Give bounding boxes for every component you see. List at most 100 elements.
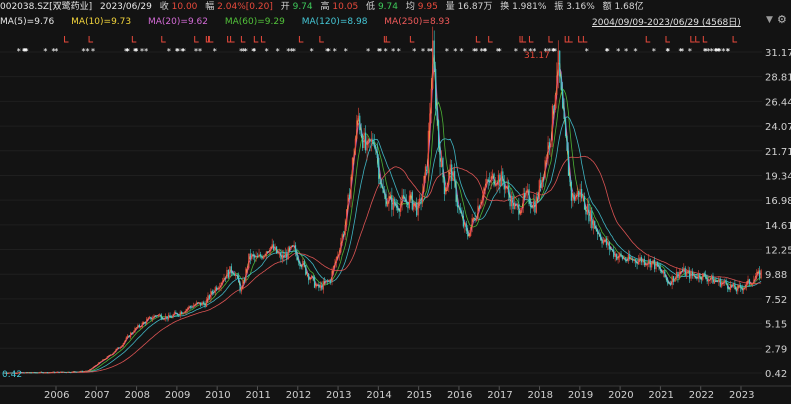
candle-body [505,187,507,190]
dividend-marker [194,36,199,43]
candle-body [351,157,354,178]
candle-body [254,255,256,258]
y-tick-label: 31.17 [765,48,791,59]
candle-body [671,276,673,286]
candle-body [683,267,685,272]
candle-body [670,283,672,286]
candle-body [154,315,157,317]
candlestick-chart[interactable]: ** ** ** *** * *** * ** ** ** * * ** *** ** ** ** ** *** **… [0,0,791,404]
candle-body [200,302,202,306]
candle-body [516,203,518,205]
candle-body [265,251,267,256]
chart-grid [0,51,762,374]
candle-body [369,139,371,142]
candle-body [147,317,149,320]
candle-body [300,265,302,268]
candle-body [543,176,545,178]
candle-body [437,120,440,148]
candle-body [521,207,523,213]
candle-body [259,254,262,257]
candle-body [71,371,73,373]
candle-body [421,191,424,203]
candle-body [411,192,413,210]
candle-body [490,176,492,183]
candle-body [381,184,383,187]
candle-body [321,284,323,290]
candle-body [157,314,159,316]
candle-body [579,188,581,198]
candle-body [138,325,140,328]
candle-body [38,372,40,374]
candle-body [210,290,212,299]
event-marker: * [17,47,21,56]
candle-body [27,372,30,374]
candle-body [589,210,591,222]
candle-body [508,185,510,195]
candle-body [674,278,676,282]
candle-body [715,280,717,282]
candle-body [465,223,467,231]
candle-body [410,192,412,196]
ma-line [3,88,762,374]
candle-body [745,281,748,287]
candle-body [74,371,76,373]
y-tick-label: 5.15 [765,320,787,331]
candle-body [179,311,181,316]
candle-body [691,271,694,276]
candle-body [313,277,316,288]
candle-body [108,355,110,357]
event-marker: * [182,47,186,56]
candle-body [78,371,81,373]
y-tick-label: 7.52 [765,295,787,306]
y-tick-label: 0.42 [765,369,787,380]
candle-body [240,288,243,292]
candle-body [204,303,206,307]
candle-body [440,157,443,167]
candle-body [713,280,716,284]
candle-body [135,328,138,329]
dividend-marker [548,36,553,43]
candle-body [236,275,238,276]
candle-body [430,88,432,114]
candle-body [493,173,495,186]
candle-body [112,353,114,355]
candle-body [102,359,104,362]
candle-body [481,197,483,203]
candle-body [312,275,314,278]
candle-body [388,196,390,204]
candle-body [348,194,351,199]
candle-body [661,271,663,274]
candle-body [592,220,594,229]
x-tick-label: 2012 [286,390,311,401]
candle-body [261,256,263,259]
candle-body [459,208,462,213]
candle-body [613,249,615,257]
candle-body [699,273,701,279]
candle-body [496,184,498,186]
candle-body [708,280,710,282]
candle-body [522,193,524,208]
candle-body [639,257,641,261]
candle-body [751,283,753,285]
candle-body [331,271,333,282]
candle-body [96,364,98,366]
candle-body [233,273,235,276]
candle-body [735,289,737,292]
candle-body [475,218,478,221]
candle-body [452,171,454,181]
candle-body [528,189,530,204]
candle-body [146,319,148,324]
candle-body [316,284,319,286]
candle-body [502,171,504,182]
candle-body [385,194,387,207]
candle-body [524,193,526,196]
candle-body [294,245,297,253]
candle-body [515,203,517,205]
candle-body [224,277,227,279]
candle-body [256,255,259,258]
candle-body [470,227,472,237]
candle-body [141,322,143,327]
candle-body [286,253,288,260]
candle-body [84,371,86,372]
candle-body [678,272,681,279]
